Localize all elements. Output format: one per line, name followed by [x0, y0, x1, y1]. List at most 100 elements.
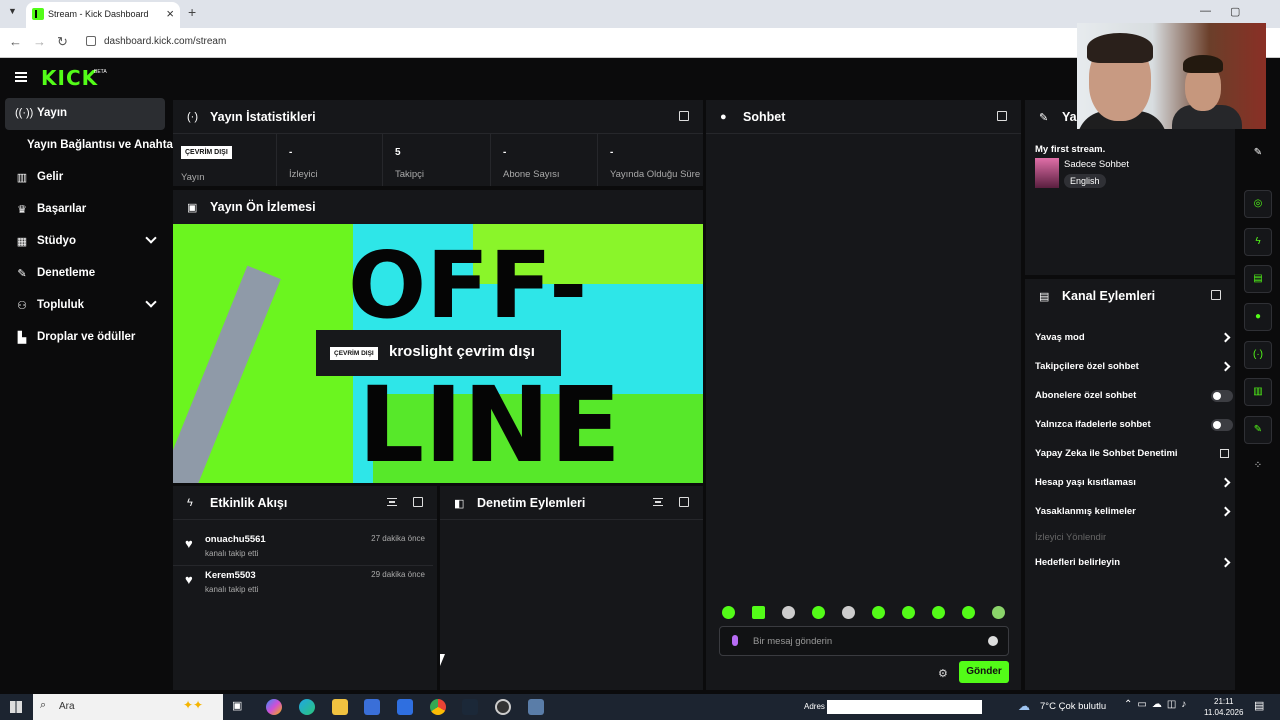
popout-icon[interactable] — [413, 497, 423, 507]
heart-icon: ♥ — [185, 536, 193, 551]
sidebar-item-studyo[interactable]: ▦ Stüdyo — [5, 226, 165, 258]
right-tool-rail: ✎ ◎ ϟ ▤ ● (·) ▥ ✎ ⁘ — [1240, 98, 1276, 688]
wrench-icon: ✎ — [17, 268, 27, 280]
copilot-icon[interactable] — [266, 699, 282, 715]
stat-value: - — [610, 147, 614, 158]
stats-toggle-icon[interactable]: (·) — [1244, 341, 1272, 369]
chrome-icon[interactable] — [430, 699, 446, 715]
emote-icon[interactable] — [932, 606, 945, 619]
emote-icon[interactable] — [752, 606, 765, 619]
action-account-age[interactable]: Hesap yaşı kısıtlaması — [1025, 473, 1235, 495]
filter-icon[interactable] — [387, 498, 397, 506]
windows-start-icon[interactable] — [10, 701, 22, 713]
steam-icon[interactable] — [462, 699, 478, 715]
obs-icon[interactable] — [495, 699, 511, 715]
microphone-icon[interactable] — [732, 635, 738, 646]
app-icon[interactable] — [528, 699, 544, 715]
menu-icon[interactable] — [15, 72, 27, 82]
task-view-icon[interactable]: ▣ — [232, 699, 248, 715]
taskbar-clock[interactable]: 21:11 11.04.2026 — [1204, 696, 1243, 718]
event-user[interactable]: onuachu5561 — [205, 534, 266, 545]
browser-tab[interactable]: Stream - Kick Dashboard × — [26, 2, 180, 28]
emote-icon[interactable] — [842, 606, 855, 619]
sidebar-item-basarilar[interactable]: ♛ Başarılar — [5, 194, 165, 226]
chat-settings-gear-icon[interactable]: ⚙ — [938, 667, 948, 680]
action-ai-moderation[interactable]: Yapay Zeka ile Sohbet Denetimi — [1025, 444, 1235, 466]
sidebar-item-label: Droplar ve ödüller — [37, 331, 136, 343]
notification-icon[interactable]: ▤ — [1254, 699, 1264, 712]
new-tab-icon[interactable]: + — [188, 4, 196, 20]
popout-icon[interactable] — [679, 497, 689, 507]
chat-message-input[interactable]: Bir mesaj gönderin — [719, 626, 1009, 656]
emote-icon[interactable] — [782, 606, 795, 619]
reload-icon[interactable]: ↻ — [57, 34, 68, 50]
outlook-icon[interactable] — [397, 699, 413, 715]
event-user[interactable]: Kerem5503 — [205, 570, 256, 581]
edit-icon[interactable]: ✎ — [1244, 140, 1272, 168]
taskbar-search[interactable]: ⌕ Ara ✦✦ — [33, 694, 223, 720]
offline-status-text: kroslight çevrim dışı — [389, 343, 535, 360]
address-toolbar-input[interactable] — [827, 700, 982, 714]
sidebar-item-topluluk[interactable]: ⚇ Topluluk — [5, 290, 165, 322]
emotes-only-toggle[interactable] — [1211, 419, 1233, 431]
popout-icon[interactable] — [997, 111, 1007, 121]
search-icon: ⌕ — [40, 699, 47, 711]
activity-toggle-icon[interactable]: ϟ — [1244, 228, 1272, 256]
send-button[interactable]: Gönder — [959, 661, 1009, 683]
chevron-down-icon — [145, 296, 157, 308]
store-icon[interactable] — [364, 699, 380, 715]
minimize-icon[interactable]: — — [1200, 5, 1211, 17]
popout-icon[interactable] — [1211, 290, 1221, 300]
more-widgets-icon[interactable]: ⁘ — [1244, 453, 1272, 481]
edge-icon[interactable] — [299, 699, 315, 715]
back-icon[interactable]: ← — [9, 34, 22, 49]
file-explorer-icon[interactable] — [332, 699, 348, 715]
sidebar-item-yayin[interactable]: ((·)) Yayın — [5, 98, 165, 130]
action-label: Takipçilere özel sohbet — [1035, 361, 1139, 372]
chat-toggle-icon[interactable]: ● — [1244, 303, 1272, 331]
action-slow-mode[interactable]: Yavaş mod — [1025, 328, 1235, 350]
emote-icon[interactable] — [902, 606, 915, 619]
url-text[interactable]: dashboard.kick.com/stream — [104, 36, 226, 47]
emote-icon[interactable] — [872, 606, 885, 619]
stat-label: Yayında Olduğu Süre — [610, 169, 701, 180]
kick-logo[interactable]: KICK — [41, 66, 98, 90]
forward-icon[interactable]: → — [33, 34, 46, 49]
filter-icon[interactable] — [653, 498, 663, 506]
tab-search-chevron-icon[interactable]: ▼ — [8, 6, 17, 16]
close-tab-icon[interactable]: × — [166, 6, 174, 21]
offline-card: ÇEVRİM DIŞI kroslight çevrim dışı — [316, 330, 561, 376]
stat-value: - — [503, 147, 507, 158]
moderation-toggle-icon[interactable]: ▤ — [1244, 265, 1272, 293]
chat-panel: ● Sohbet — [706, 100, 1021, 690]
action-set-goals[interactable]: Hedefleri belirleyin — [1025, 553, 1235, 575]
action-banned-words[interactable]: Yasaklanmış kelimeler — [1025, 502, 1235, 524]
maximize-icon[interactable]: ▢ — [1230, 5, 1240, 18]
emote-icon[interactable] — [722, 606, 735, 619]
channel-actions-toggle-icon[interactable]: ▥ — [1244, 378, 1272, 406]
emote-icon[interactable] — [992, 606, 1005, 619]
chevron-right-icon — [1220, 557, 1231, 568]
tray-icons[interactable]: ⌃▭☁◫♪ — [1124, 699, 1191, 710]
emoji-icon[interactable] — [988, 636, 998, 646]
preview-toggle-icon[interactable]: ◎ — [1244, 190, 1272, 218]
sidebar-item-stream-key[interactable]: Yayın Bağlantısı ve Anahtarı — [5, 130, 181, 162]
sidebar-item-denetleme[interactable]: ✎ Denetleme — [5, 258, 165, 290]
chat-placeholder: Bir mesaj gönderin — [753, 636, 833, 647]
broadcast-icon: ((·)) — [15, 107, 34, 119]
emote-icon[interactable] — [962, 606, 975, 619]
category-thumbnail — [1035, 158, 1059, 188]
offline-badge: ÇEVRİM DIŞI — [181, 146, 232, 159]
stream-preview[interactable]: OFF- LINE ÇEVRİM DIŞI kroslight çevrim d… — [173, 224, 703, 483]
emote-icon[interactable] — [812, 606, 825, 619]
sidebar-item-droplar[interactable]: ▙ Droplar ve ödüller — [5, 322, 165, 354]
action-followers-only[interactable]: Takipçilere özel sohbet — [1025, 357, 1235, 379]
sidebar-item-gelir[interactable]: ▥ Gelir — [5, 162, 165, 194]
subscribers-only-toggle[interactable] — [1211, 390, 1233, 402]
popout-icon[interactable] — [679, 111, 689, 121]
lightning-icon: ϟ — [187, 497, 193, 509]
stream-info-toggle-icon[interactable]: ✎ — [1244, 416, 1272, 444]
clock-date: 11.04.2026 — [1204, 708, 1244, 717]
site-info-icon[interactable] — [86, 36, 96, 46]
weather-text[interactable]: 7°C Çok bulutlu — [1040, 701, 1106, 712]
